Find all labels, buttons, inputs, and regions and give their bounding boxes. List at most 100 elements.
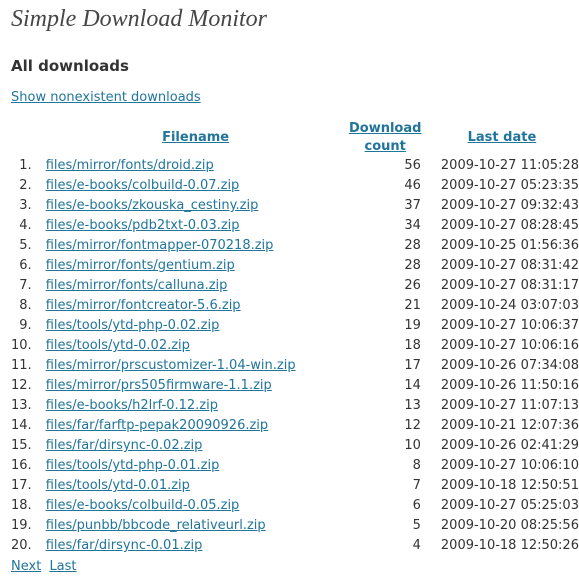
file-link[interactable]: files/e-books/pdb2txt-0.03.zip [46, 218, 240, 233]
table-row: 5. files/mirror/fontmapper-070218.zip 28 20… [11, 236, 579, 256]
show-nonexistent-downloads-link[interactable]: Show nonexistent downloads [11, 90, 201, 105]
file-link[interactable]: files/far/dirsync-0.02.zip [46, 438, 203, 453]
last-date: 2009-10-26 07:34:08 [440, 358, 579, 373]
row-number: 1. [19, 158, 32, 173]
table-row: 7. files/mirror/fonts/calluna.zip 26 2009-1… [11, 276, 579, 296]
row-number: 8. [19, 298, 32, 313]
table-row: 19. files/punbb/bbcode_relativeurl.zip 5 20… [11, 516, 579, 536]
row-number: 2. [19, 178, 32, 193]
last-date: 2009-10-26 11:50:16 [440, 378, 579, 393]
download-count-label-line1: Download [348, 121, 422, 136]
filename-cell: files/mirror/fonts/gentium.zip [46, 256, 346, 276]
table-row: 11. files/mirror/prscustomizer-1.04-win.z… [11, 356, 579, 376]
next-page-link[interactable]: Next [11, 559, 41, 574]
table-row: 6. files/mirror/fonts/gentium.zip 28 2009-1… [11, 256, 579, 276]
download-count: 14 [404, 378, 421, 393]
file-link[interactable]: files/tools/ytd-php-0.01.zip [46, 458, 220, 473]
last-date: 2009-10-18 12:50:51 [440, 478, 579, 493]
pagination: Next Last [11, 559, 81, 574]
filename-cell: files/punbb/bbcode_relativeurl.zip [46, 516, 346, 536]
table-row: 13. files/e-books/h2lrf-0.12.zip 13 2009-10… [11, 396, 579, 416]
download-count: 17 [404, 358, 421, 373]
file-link[interactable]: files/e-books/zkouska_cestiny.zip [46, 198, 259, 213]
file-link[interactable]: files/far/farftp-pepak20090926.zip [46, 418, 268, 433]
filename-cell: files/mirror/fontcreator-5.6.zip [46, 296, 346, 316]
file-link[interactable]: files/mirror/prs505firmware-1.1.zip [46, 378, 272, 393]
table-row: 4. files/e-books/pdb2txt-0.03.zip 34 2009-1… [11, 216, 579, 236]
table-row: 17. files/tools/ytd-0.01.zip 7 2009-10-18 1… [11, 476, 579, 496]
sort-by-last-date-link[interactable]: Last date [468, 130, 537, 145]
row-number: 12. [11, 378, 32, 393]
download-count: 10 [404, 438, 421, 453]
show-nonexistent-container: Show nonexistent downloads [11, 90, 201, 105]
download-count: 26 [404, 278, 421, 293]
file-link[interactable]: files/mirror/fontmapper-070218.zip [46, 238, 274, 253]
file-link[interactable]: files/mirror/fonts/calluna.zip [46, 278, 228, 293]
last-date: 2009-10-27 05:23:35 [440, 178, 579, 193]
row-number: 16. [11, 458, 32, 473]
filename-cell: files/e-books/pdb2txt-0.03.zip [46, 216, 346, 236]
last-date: 2009-10-27 11:07:13 [440, 398, 579, 413]
filename-cell: files/far/dirsync-0.02.zip [46, 436, 346, 456]
file-link[interactable]: files/e-books/colbuild-0.07.zip [46, 178, 240, 193]
file-link[interactable]: files/punbb/bbcode_relativeurl.zip [46, 518, 266, 533]
filename-cell: files/e-books/h2lrf-0.12.zip [46, 396, 346, 416]
row-number: 14. [11, 418, 32, 433]
file-link[interactable]: files/tools/ytd-php-0.02.zip [46, 318, 220, 333]
row-number: 18. [11, 498, 32, 513]
row-number: 19. [11, 518, 32, 533]
sort-by-filename-link[interactable]: Filename [162, 130, 229, 145]
row-number: 10. [11, 338, 32, 353]
file-link[interactable]: files/mirror/fonts/droid.zip [46, 158, 214, 173]
download-count: 46 [404, 178, 421, 193]
file-link[interactable]: files/mirror/prscustomizer-1.04-win.zip [46, 358, 296, 373]
last-date: 2009-10-27 11:05:28 [440, 158, 579, 173]
download-count: 21 [404, 298, 421, 313]
table-row: 18. files/e-books/colbuild-0.05.zip 6 2009-… [11, 496, 579, 516]
last-page-link[interactable]: Last [49, 559, 76, 574]
section-heading: All downloads [11, 57, 129, 75]
table-row: 12. files/mirror/prs505firmware-1.1.zip 14… [11, 376, 579, 396]
table-row: 8. files/mirror/fontcreator-5.6.zip 21 2009… [11, 296, 579, 316]
last-date: 2009-10-27 08:31:42 [440, 258, 579, 273]
filename-cell: files/tools/ytd-0.02.zip [46, 336, 346, 356]
file-link[interactable]: files/mirror/fonts/gentium.zip [46, 258, 235, 273]
row-number: 7. [19, 278, 32, 293]
last-date: 2009-10-18 12:50:26 [440, 538, 579, 553]
filename-cell: files/mirror/prs505firmware-1.1.zip [46, 376, 346, 396]
file-link[interactable]: files/e-books/colbuild-0.05.zip [46, 498, 240, 513]
file-link[interactable]: files/tools/ytd-0.01.zip [46, 478, 190, 493]
column-header-download-count: Download count [346, 120, 425, 156]
filename-cell: files/tools/ytd-php-0.01.zip [46, 456, 346, 476]
table-row: 3. files/e-books/zkouska_cestiny.zip 37 200… [11, 196, 579, 216]
table-row: 14. files/far/farftp-pepak20090926.zip 12 2… [11, 416, 579, 436]
download-count: 5 [412, 518, 421, 533]
last-date: 2009-10-24 03:07:03 [440, 298, 579, 313]
row-number: 17. [11, 478, 32, 493]
download-count: 8 [412, 458, 421, 473]
download-count: 28 [404, 258, 421, 273]
last-date: 2009-10-21 12:07:36 [440, 418, 579, 433]
download-count: 6 [412, 498, 421, 513]
file-link[interactable]: files/far/dirsync-0.01.zip [46, 538, 203, 553]
table-row: 10. files/tools/ytd-0.02.zip 18 2009-10-27 … [11, 336, 579, 356]
filename-cell: files/mirror/fonts/calluna.zip [46, 276, 346, 296]
last-date: 2009-10-27 10:06:37 [440, 318, 579, 333]
table-body: 1. files/mirror/fonts/droid.zip 5 6 2009-10-… [11, 156, 579, 556]
last-date: 2009-10-27 08:28:45 [440, 218, 579, 233]
filename-cell: files/e-books/zkouska_cestiny.zip [46, 196, 346, 216]
row-number: 3. [19, 198, 32, 213]
filename-cell: files/e-books/colbuild-0.05.zip [46, 496, 346, 516]
download-count: 28 [404, 238, 421, 253]
last-date: 2009-10-27 10:06:16 [440, 338, 579, 353]
sort-by-download-count-link[interactable]: Download count [349, 121, 421, 154]
row-number: 11. [11, 358, 32, 373]
filename-cell: files/far/farftp-pepak20090926.zip [46, 416, 346, 436]
file-link[interactable]: files/mirror/fontcreator-5.6.zip [46, 298, 241, 313]
file-link[interactable]: files/e-books/h2lrf-0.12.zip [46, 398, 218, 413]
row-number: 13. [11, 398, 32, 413]
last-date: 2009-10-27 05:25:03 [440, 498, 579, 513]
column-header-filename: Filename [46, 120, 346, 156]
table-row: 2. files/e-books/colbuild-0.07.zip 46 2009-… [11, 176, 579, 196]
file-link[interactable]: files/tools/ytd-0.02.zip [46, 338, 190, 353]
